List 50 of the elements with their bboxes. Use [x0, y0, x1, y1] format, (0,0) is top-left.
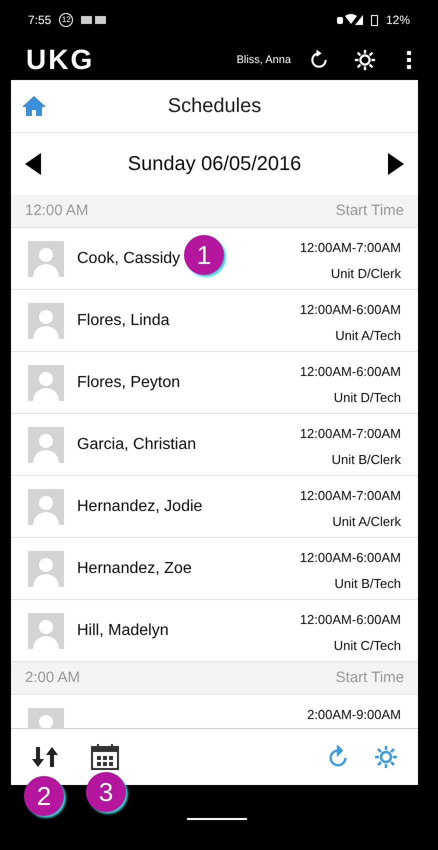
logo: UKG [26, 44, 94, 75]
battery-percent: 12% [386, 12, 410, 29]
schedule-row[interactable]: Flores, Peyton 12:00AM-6:00AM Unit D/Tech [11, 352, 418, 414]
employee-name: Garcia, Christian [77, 434, 196, 454]
clock: 7:55 [28, 12, 52, 29]
employee-name: Hernandez, Zoe [77, 558, 192, 578]
callout-badge: 1 [184, 235, 224, 275]
page-title: Schedules [168, 94, 262, 119]
shift-time: 12:00AM-7:00AM [300, 425, 401, 443]
schedule-row[interactable]: Hernandez, Jodie 12:00AM-7:00AM Unit A/Clerk [11, 476, 418, 538]
employee-name: Hill, Madelyn [77, 620, 169, 640]
shift-time: 12:00AM-6:00AM [300, 549, 401, 567]
user-name: Bliss, Anna [236, 52, 291, 68]
schedule-row[interactable]: Cook, Cassidy 1 12:00AM-7:00AM Unit D/Clerk [11, 228, 418, 290]
unit-role: Unit A/Tech [335, 326, 401, 344]
schedule-row[interactable]: Garcia, Christian 12:00AM-7:00AM Unit B/Clerk [11, 414, 418, 476]
column-heading: Start Time [336, 668, 404, 688]
shift-time: 2:00AM-9:00AM [307, 706, 401, 724]
shift-time: 12:00AM-6:00AM [300, 363, 401, 381]
unit-role: Unit B/Clerk [332, 450, 401, 468]
group-time: 12:00 AM [25, 200, 88, 221]
calendar-icon[interactable] [91, 744, 119, 770]
shift-time: 12:00AM-6:00AM [300, 301, 401, 319]
previous-arrow-icon[interactable] [25, 153, 41, 175]
refresh-icon[interactable] [309, 50, 329, 70]
sort-icon[interactable] [31, 747, 59, 767]
unit-role: Unit D/Clerk [330, 264, 401, 282]
unit-role: Unit C/Tech [334, 636, 401, 654]
schedule-row[interactable]: Hernandez, Zoe 12:00AM-6:00AM Unit B/Tech [11, 538, 418, 600]
schedule-date: Sunday 06/05/2016 [126, 152, 302, 177]
group-time: 2:00 AM [25, 668, 80, 688]
battery-icon [370, 14, 378, 26]
callout-badge: 2 [24, 776, 64, 816]
shift-time: 12:00AM-7:00AM [300, 487, 401, 505]
unit-role: Unit B/Tech [334, 574, 401, 592]
shift-time: 12:00AM-6:00AM [300, 611, 401, 629]
unit-role: Unit A/Clerk [332, 512, 401, 530]
schedule-row[interactable]: Flores, Linda 12:00AM-6:00AM Unit A/Tech [11, 290, 418, 352]
more-icon[interactable] [406, 50, 412, 70]
employee-name: Flores, Peyton [77, 372, 180, 392]
notification-count: 12 [59, 13, 74, 27]
employee-name: Cook, Cassidy [77, 248, 180, 268]
home-icon[interactable] [21, 95, 47, 117]
column-heading: Start Time [336, 200, 404, 221]
callout-badge: 3 [86, 772, 126, 812]
next-arrow-icon[interactable] [388, 153, 404, 175]
unit-role: Unit D/Tech [334, 388, 401, 406]
employee-name: Hernandez, Jodie [77, 496, 202, 516]
employee-name: Flores, Linda [77, 310, 170, 330]
shift-time: 12:00AM-7:00AM [300, 239, 401, 257]
